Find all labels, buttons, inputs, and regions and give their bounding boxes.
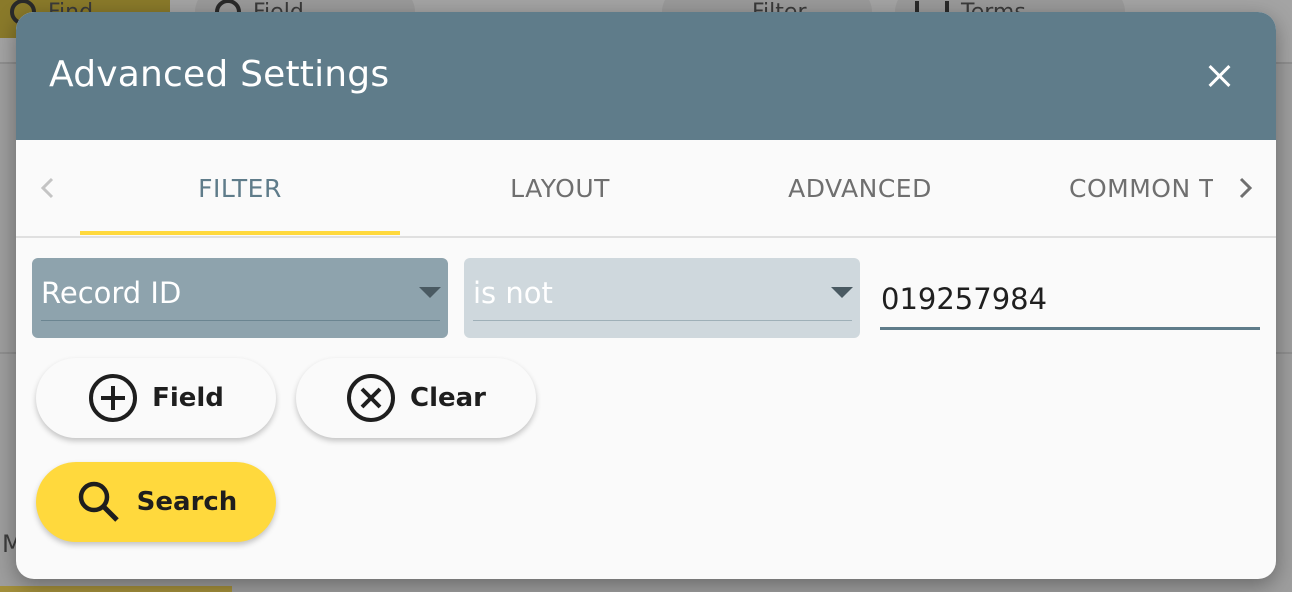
active-tab-indicator — [80, 231, 400, 235]
close-icon[interactable] — [1200, 56, 1240, 96]
field-select[interactable]: Record ID — [32, 258, 448, 338]
background-accent-bar — [0, 586, 232, 592]
field-select-underline — [41, 320, 440, 321]
chevron-right-svg — [1239, 177, 1253, 199]
add-circle-icon — [89, 374, 138, 422]
dialog-title: Advanced Settings — [49, 54, 390, 95]
clear-label: Clear — [410, 383, 486, 413]
tab-filter[interactable]: FILTER — [80, 140, 400, 236]
tab-advanced[interactable]: ADVANCED — [720, 140, 1000, 236]
tab-layout[interactable]: LAYOUT — [400, 140, 720, 236]
filter-value-input[interactable] — [880, 262, 1260, 330]
operator-select[interactable]: is not — [464, 258, 860, 338]
tab-bar: FILTER LAYOUT ADVANCED COMMON T — [16, 140, 1276, 238]
chevron-right-icon[interactable] — [1231, 174, 1259, 202]
field-select-value: Record ID — [41, 276, 182, 310]
dialog-header: Advanced Settings — [16, 12, 1276, 140]
add-field-button[interactable]: Field — [36, 358, 276, 438]
search-button[interactable]: Search — [36, 462, 276, 542]
search-icon — [78, 481, 119, 522]
operator-select-value: is not — [473, 276, 553, 310]
add-field-label: Field — [152, 383, 224, 413]
clear-button[interactable]: Clear — [296, 358, 536, 438]
chevron-left-svg — [40, 177, 54, 199]
chevron-left-icon[interactable] — [34, 174, 62, 202]
cancel-circle-icon — [347, 374, 395, 422]
operator-select-underline — [473, 320, 852, 321]
dropdown-arrow-icon — [831, 287, 853, 298]
tab-common-terms[interactable]: COMMON T — [1069, 140, 1213, 236]
search-label: Search — [136, 487, 238, 517]
dropdown-arrow-icon — [419, 287, 441, 298]
